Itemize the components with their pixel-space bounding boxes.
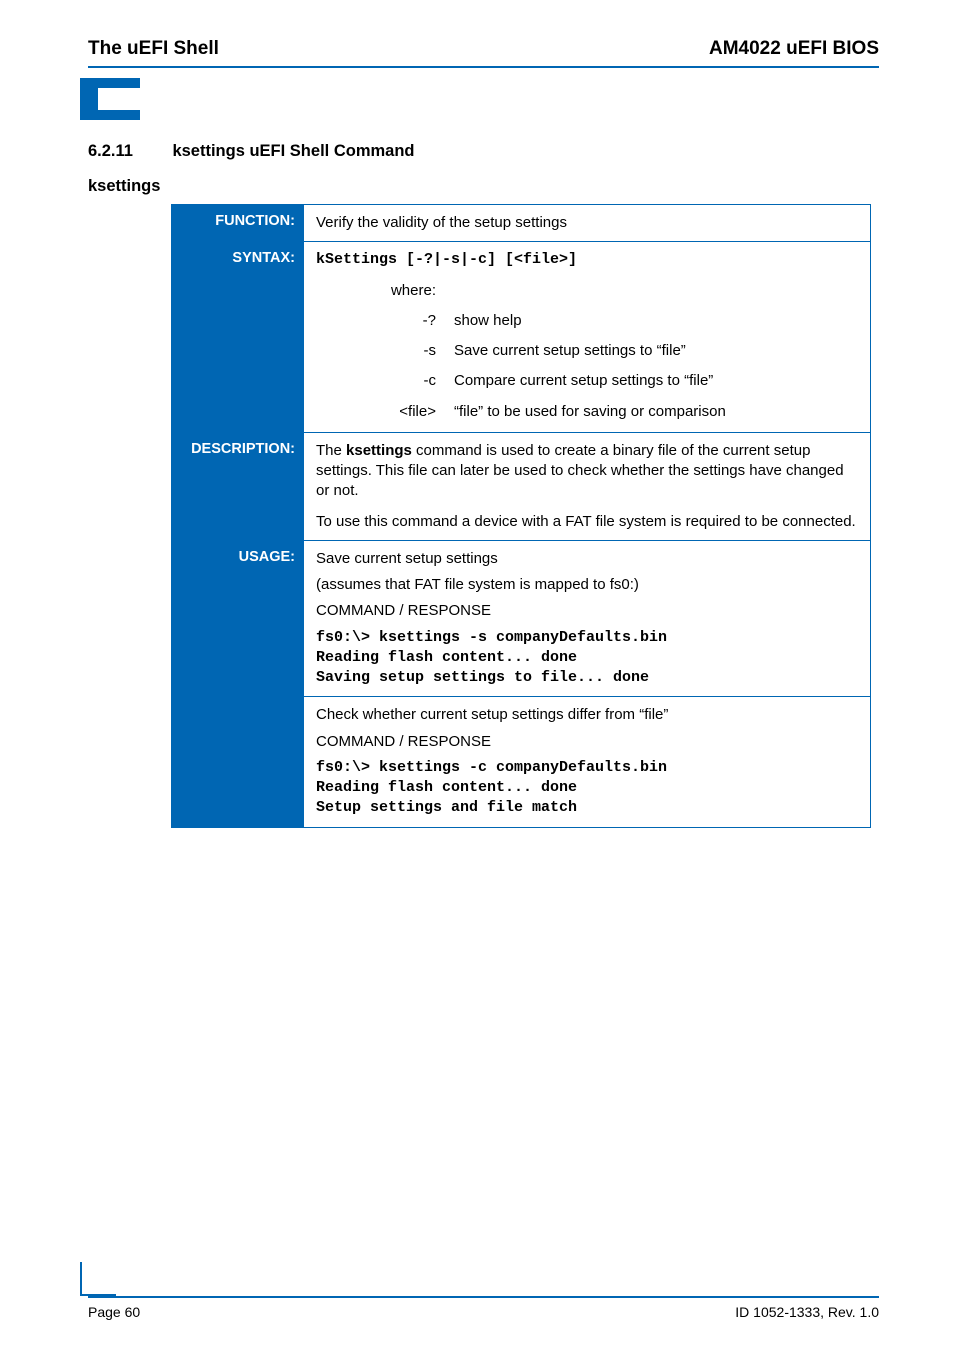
syntax-label: SYNTAX:	[172, 242, 304, 433]
usage-line: (assumes that FAT file system is mapped …	[316, 575, 858, 595]
doc-id: ID 1052-1333, Rev. 1.0	[735, 1304, 879, 1320]
table-row: SYNTAX: kSettings [-?|-s|-c] [<file>] wh…	[172, 242, 871, 433]
usage-line: Check whether current setup settings dif…	[316, 705, 858, 725]
footer-rule	[88, 1296, 879, 1298]
usage-code: fs0:\> ksettings -c companyDefaults.bin …	[316, 758, 858, 819]
opt-key: <file>	[346, 402, 436, 422]
section-heading: 6.2.11 ksettings uEFI Shell Command	[88, 142, 879, 161]
usage-line: Save current setup settings	[316, 549, 858, 569]
header-rule	[88, 66, 879, 68]
opt-desc: “file” to be used for saving or comparis…	[454, 402, 858, 422]
description-content: The ksettings command is used to create …	[304, 432, 871, 540]
usage-line: COMMAND / RESPONSE	[316, 601, 858, 621]
running-header: The uEFI Shell AM4022 uEFI BIOS	[88, 38, 879, 60]
description-label: DESCRIPTION:	[172, 432, 304, 540]
opt-desc: show help	[454, 311, 858, 331]
usage-label: USAGE:	[172, 540, 304, 827]
footer: Page 60 ID 1052-1333, Rev. 1.0	[88, 1262, 879, 1320]
opt-key: -s	[346, 341, 436, 361]
opt-key: -c	[346, 371, 436, 391]
section-number: 6.2.11	[88, 142, 168, 161]
page-number: Page 60	[88, 1304, 140, 1320]
usage-code: fs0:\> ksettings -s companyDefaults.bin …	[316, 628, 858, 689]
header-left: The uEFI Shell	[88, 38, 219, 60]
syntax-code: kSettings [-?|-s|-c] [<file>]	[316, 250, 858, 270]
subheading: ksettings	[88, 177, 879, 196]
spec-table: FUNCTION: Verify the validity of the set…	[171, 204, 871, 828]
brand-logo-icon	[80, 78, 140, 120]
description-para2: To use this command a device with a FAT …	[316, 512, 858, 532]
footer-corner-icon	[80, 1262, 116, 1296]
description-para1: The ksettings command is used to create …	[316, 441, 858, 502]
page: The uEFI Shell AM4022 uEFI BIOS 6.2.11 k…	[0, 0, 954, 1350]
syntax-content: kSettings [-?|-s|-c] [<file>] where: -? …	[304, 242, 871, 433]
section-title: ksettings uEFI Shell Command	[172, 142, 414, 160]
opt-desc: Save current setup settings to “file”	[454, 341, 858, 361]
opt-key: -?	[346, 311, 436, 331]
function-label: FUNCTION:	[172, 205, 304, 242]
where-label: where:	[346, 281, 436, 301]
function-text: Verify the validity of the setup setting…	[304, 205, 871, 242]
table-row: USAGE: Save current setup settings (assu…	[172, 540, 871, 827]
usage-line: COMMAND / RESPONSE	[316, 732, 858, 752]
opt-desc: Compare current setup settings to “file”	[454, 371, 858, 391]
usage-content: Save current setup settings (assumes tha…	[304, 540, 871, 827]
table-row: FUNCTION: Verify the validity of the set…	[172, 205, 871, 242]
header-right: AM4022 uEFI BIOS	[709, 38, 879, 60]
table-row: DESCRIPTION: The ksettings command is us…	[172, 432, 871, 540]
